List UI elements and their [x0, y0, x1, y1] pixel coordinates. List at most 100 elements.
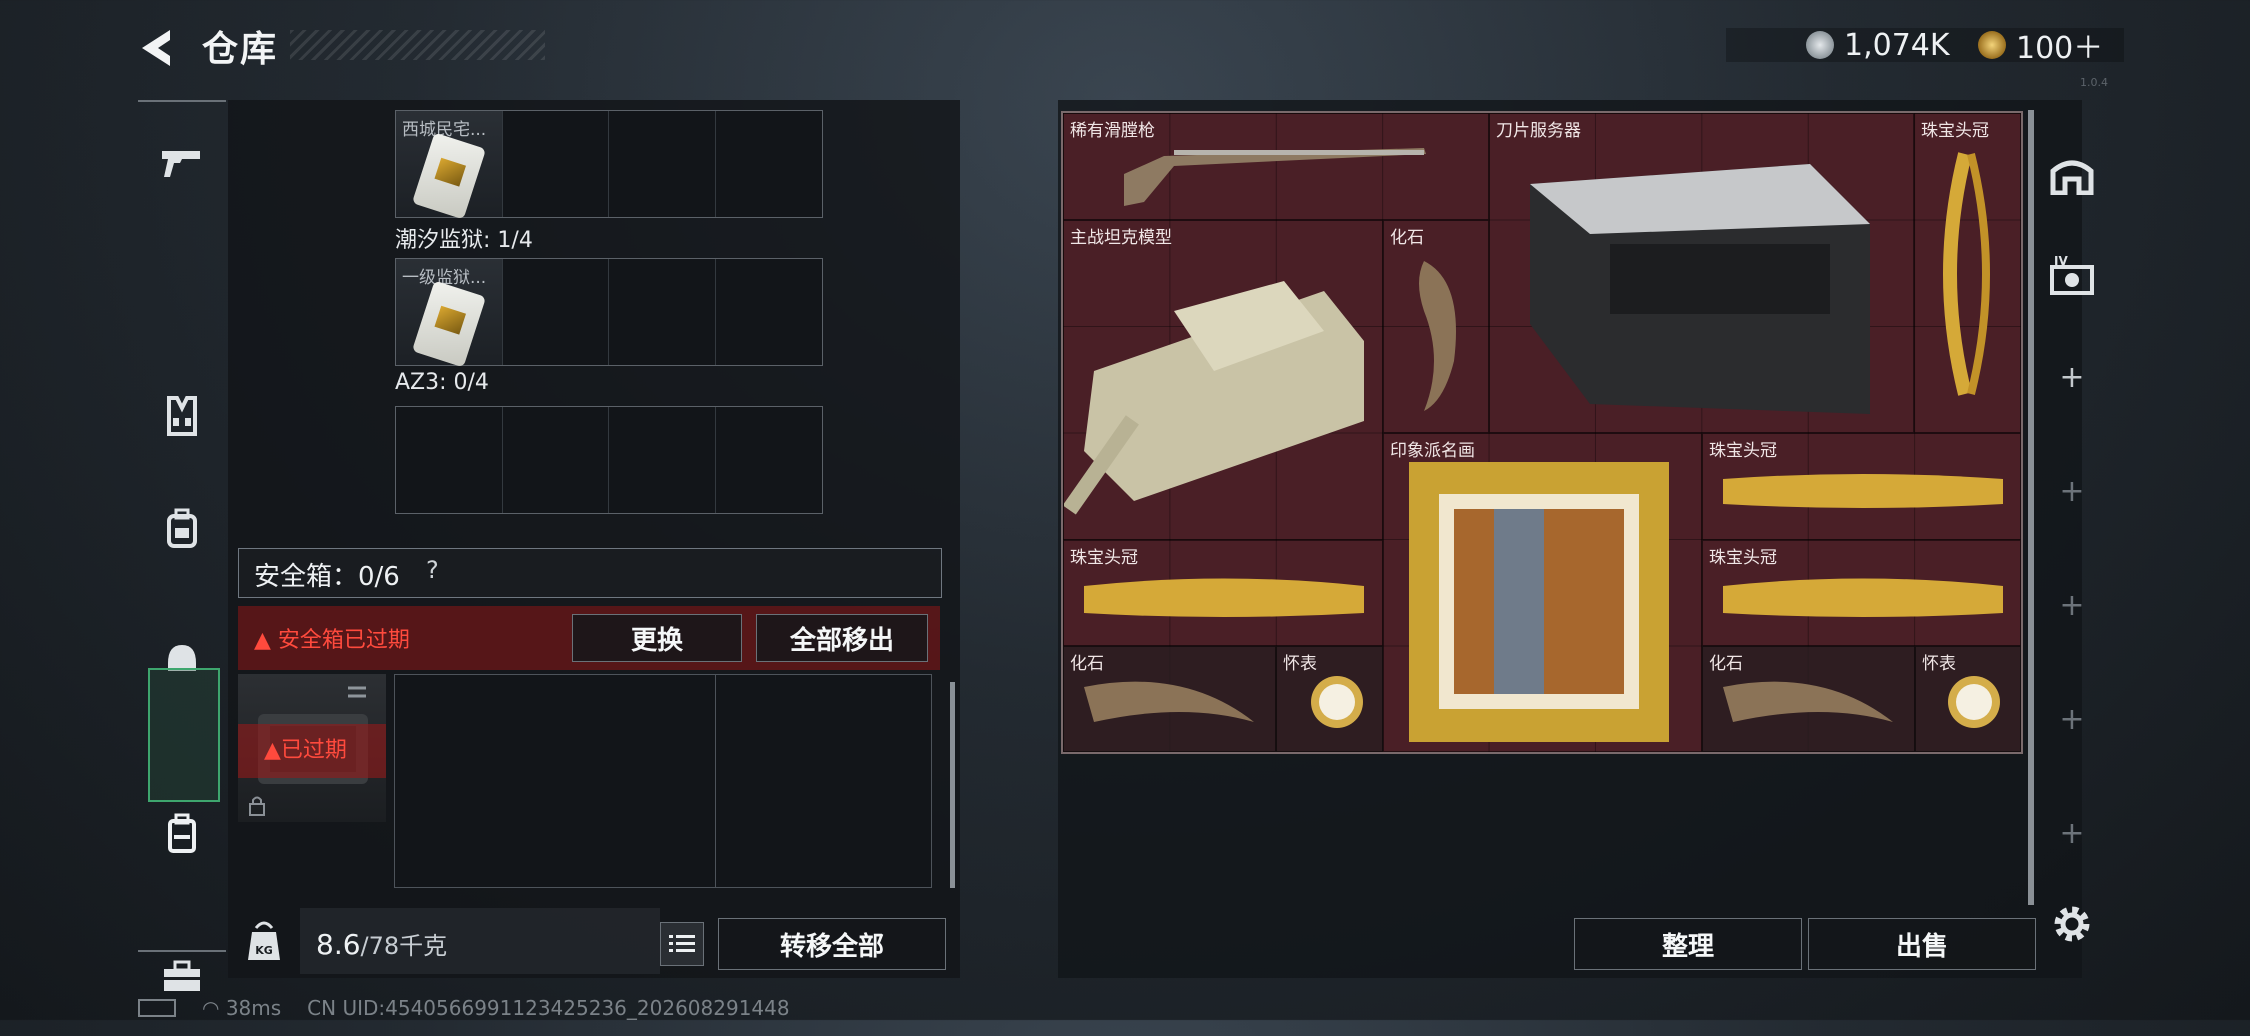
gold-coin-icon: [1978, 31, 2006, 59]
add-tab-button[interactable]: +: [2040, 474, 2104, 514]
uid-text: CN UID:4540566991123425236_202608291448: [307, 996, 790, 1020]
item-musket[interactable]: 稀有滑膛枪: [1063, 113, 1489, 220]
item-painting[interactable]: 印象派名画: [1383, 433, 1702, 752]
gear-icon: [2054, 906, 2090, 942]
back-button[interactable]: [136, 24, 184, 72]
vest-icon: [167, 396, 197, 436]
toolbox-icon: [164, 960, 200, 991]
item-label: 珠宝头冠: [1709, 548, 1777, 568]
tiara-icon: [1943, 152, 1990, 396]
battery-icon: [138, 999, 176, 1017]
ping: ◠ 38ms: [202, 996, 282, 1020]
version-watermark: 1.0.4: [2080, 76, 2108, 89]
item-label: 主战坦克模型: [1070, 228, 1172, 248]
alert-text: 安全箱已过期: [277, 628, 410, 653]
safe-case-icon: [168, 813, 196, 853]
gun-icon: [162, 151, 200, 177]
item-label: 怀表: [1922, 654, 1956, 674]
svg-text:KG: KG: [255, 944, 273, 957]
tank-icon: [1062, 281, 1364, 515]
weight-value: 8.6: [316, 928, 361, 961]
stash-tab-loadout[interactable]: IV: [2040, 230, 2104, 320]
help-icon[interactable]: ?: [426, 556, 439, 584]
sell-button[interactable]: 出售: [1808, 918, 2036, 970]
left-scrollbar[interactable]: [950, 682, 955, 888]
rail-divider: [138, 950, 226, 952]
item-pocket-watch[interactable]: 怀表: [1276, 646, 1383, 752]
empty-slot[interactable]: [396, 407, 503, 513]
item-fossil[interactable]: 化石: [1383, 220, 1489, 433]
expired-text: 已过期: [280, 738, 347, 763]
status-bar: ◠ 38ms CN UID:4540566991123425236_202608…: [138, 996, 790, 1020]
empty-slot[interactable]: [503, 259, 609, 365]
move-all-out-button[interactable]: 全部移出: [756, 614, 928, 662]
add-tab-button[interactable]: +: [2040, 588, 2104, 628]
empty-slot[interactable]: [716, 407, 823, 513]
rail-item-weapons[interactable]: [138, 102, 226, 224]
add-tab-button[interactable]: +: [2040, 702, 2104, 742]
stash-tab-main[interactable]: [2040, 130, 2104, 220]
gold-amount: 100＋: [2016, 31, 2104, 66]
key-grid-2: 一级监狱...: [395, 258, 823, 368]
weight-kg-icon: KG: [246, 918, 282, 962]
item-label: 印象派名画: [1390, 441, 1475, 461]
silver-amount: 1,074K: [1844, 27, 1950, 63]
right-scrollbar[interactable]: [2028, 110, 2034, 905]
stash-grid: 稀有滑膛枪 刀片服务器 珠宝头冠 主战坦克模型 化石 印象派名画 珠宝头冠 珠宝…: [1061, 111, 2023, 754]
gold-currency[interactable]: 100＋: [1978, 28, 2103, 66]
item-tiara[interactable]: 珠宝头冠: [1914, 113, 2021, 433]
add-tab-button[interactable]: +: [2040, 816, 2104, 856]
key-slot-item[interactable]: 一级监狱...: [396, 259, 503, 368]
item-label: 珠宝头冠: [1709, 441, 1777, 461]
rail-item-backpack[interactable]: [138, 468, 226, 588]
empty-slot[interactable]: [503, 407, 609, 513]
keycard-icon: [411, 280, 487, 368]
server-icon: [1530, 164, 1870, 414]
lock-icon: [248, 794, 266, 820]
safe-box-label: 安全箱：0/6: [254, 562, 400, 592]
warning-icon: ▲: [254, 628, 278, 653]
list-view-button[interactable]: [660, 922, 704, 966]
empty-slot[interactable]: [609, 259, 716, 365]
item-label: 化石: [1390, 228, 1424, 248]
section-label-prison: 潮汐监狱: 1/4: [395, 228, 533, 253]
key-slot-item[interactable]: 西城民宅...: [396, 111, 503, 220]
item-tiara[interactable]: 珠宝头冠: [1702, 433, 2021, 540]
add-tab-button[interactable]: +: [2040, 360, 2104, 400]
item-pocket-watch[interactable]: 怀表: [1915, 646, 2021, 752]
empty-slot[interactable]: [609, 111, 716, 217]
weight-capacity: /78千克: [360, 932, 448, 960]
item-label: 化石: [1709, 654, 1743, 674]
key-grid-3: [395, 406, 823, 514]
title-decoration: [290, 30, 545, 60]
swap-button[interactable]: 更换: [572, 614, 742, 662]
rail-item-vest[interactable]: [138, 356, 226, 476]
empty-slot[interactable]: [716, 259, 823, 365]
sort-button[interactable]: 整理: [1574, 918, 1802, 970]
item-fossil[interactable]: 化石: [1063, 646, 1276, 752]
fossil-icon: [1419, 261, 1456, 411]
item-blade-server[interactable]: 刀片服务器: [1489, 113, 1914, 433]
safe-box-grid[interactable]: [394, 674, 932, 888]
weight-readout: 8.6/78千克: [316, 926, 447, 961]
item-label: 怀表: [1283, 654, 1317, 674]
item-tank-model[interactable]: 主战坦克模型: [1062, 220, 1383, 540]
empty-slot[interactable]: [716, 111, 823, 217]
settings-button[interactable]: [2048, 900, 2096, 948]
page-title: 仓库: [202, 29, 279, 70]
empty-slot[interactable]: [503, 111, 609, 217]
transfer-all-button[interactable]: 转移全部: [718, 918, 946, 970]
backpack-icon: [167, 508, 197, 548]
item-label: 珠宝头冠: [1070, 548, 1138, 568]
silver-coin-icon: [1806, 31, 1834, 59]
stash-icon: [2050, 160, 2094, 195]
silver-currency[interactable]: 1,074K: [1806, 27, 1950, 63]
item-label: 化石: [1070, 654, 1104, 674]
item-fossil[interactable]: 化石: [1702, 646, 1915, 752]
warning-icon: ▲: [264, 738, 281, 763]
item-tiara[interactable]: 珠宝头冠: [1702, 540, 2021, 646]
empty-slot[interactable]: [609, 407, 716, 513]
item-tiara[interactable]: 珠宝头冠: [1063, 540, 1383, 646]
camera-loadout-icon: IV: [2050, 254, 2094, 295]
item-label: 稀有滑膛枪: [1070, 121, 1155, 141]
